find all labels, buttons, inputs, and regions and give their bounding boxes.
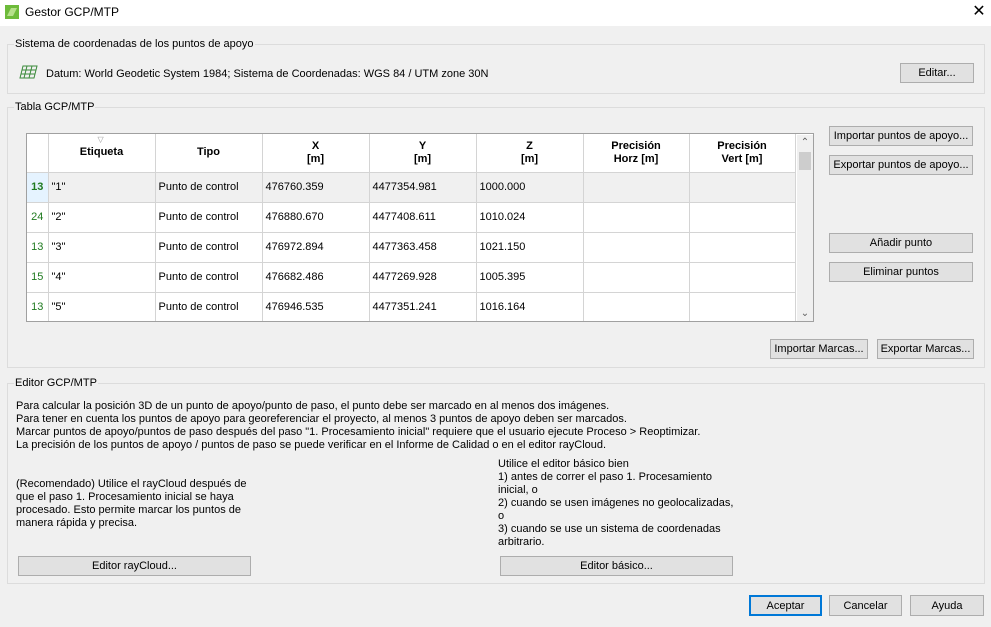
table-row[interactable]: 13 "5" Punto de control 476946.535 44773… [27,292,796,321]
vertical-accuracy-cell[interactable] [689,172,796,203]
y-cell[interactable]: 4477354.981 [369,172,477,203]
close-button[interactable]: ✕ [969,3,989,21]
vertical-accuracy-cell[interactable] [689,292,796,321]
remove-points-button[interactable]: Eliminar puntos [829,262,973,282]
table-row[interactable]: 13 "3" Punto de control 476972.894 44773… [27,232,796,263]
x-cell[interactable]: 476972.894 [262,232,370,263]
column-header-x[interactable]: X [m] [262,134,370,173]
vertical-accuracy-cell[interactable] [689,202,796,233]
x-cell[interactable]: 476880.670 [262,202,370,233]
vertical-accuracy-cell[interactable] [689,232,796,263]
app-icon [5,5,19,19]
horizontal-accuracy-cell[interactable] [583,292,690,321]
gcp-editor-group-label: Editor GCP/MTP [14,377,98,389]
label-cell[interactable]: "4" [48,262,156,293]
grid-icon [19,65,38,79]
gcp-table-group-label: Tabla GCP/MTP [14,101,96,113]
accept-button[interactable]: Aceptar [749,595,822,616]
image-count-cell: 24 [27,202,49,233]
label-cell[interactable]: "5" [48,292,156,321]
z-cell[interactable]: 1016.164 [476,292,584,321]
scrollbar-thumb[interactable] [799,152,811,170]
basic-editor-description: Utilice el editor básico bien 1) antes d… [498,458,734,548]
column-header-y[interactable]: Y [m] [369,134,477,173]
type-cell[interactable]: Punto de control [155,202,263,233]
y-cell[interactable]: 4477408.611 [369,202,477,233]
column-header-horizontal-accuracy[interactable]: Precisión Horz [m] [583,134,690,173]
raycloud-description: (Recomendado) Utilice el rayCloud despué… [16,478,247,529]
type-cell[interactable]: Punto de control [155,232,263,263]
x-cell[interactable]: 476682.486 [262,262,370,293]
type-cell[interactable]: Punto de control [155,172,263,203]
image-count-cell: 13 [27,172,49,203]
gcp-table[interactable]: ▽ Etiqueta Tipo X [m] Y [m] Z [m] Precisión H… [26,133,814,322]
table-row[interactable]: 24 "2" Punto de control 476880.670 44774… [27,202,796,233]
image-count-cell: 13 [27,292,49,321]
basic-editor-button[interactable]: Editor básico... [500,556,733,576]
column-header-label[interactable]: ▽ Etiqueta [48,134,156,173]
edit-coordinates-button[interactable]: Editar... [900,63,974,83]
import-marks-button[interactable]: Importar Marcas... [770,339,868,359]
z-cell[interactable]: 1010.024 [476,202,584,233]
type-cell[interactable]: Punto de control [155,292,263,321]
table-header-row: ▽ Etiqueta Tipo X [m] Y [m] Z [m] Precisión H… [27,134,796,173]
column-header-z[interactable]: Z [m] [476,134,584,173]
cancel-button[interactable]: Cancelar [829,595,902,616]
editor-instructions: Para calcular la posición 3D de un punto… [16,400,701,451]
title-bar: Gestor GCP/MTP ✕ [0,0,991,26]
row-count-header [27,134,49,173]
x-cell[interactable]: 476946.535 [262,292,370,321]
window-title: Gestor GCP/MTP [25,5,120,19]
x-cell[interactable]: 476760.359 [262,172,370,203]
y-cell[interactable]: 4477351.241 [369,292,477,321]
image-count-cell: 15 [27,262,49,293]
import-gcp-button[interactable]: Importar puntos de apoyo... [829,126,973,146]
coordinate-system-group-label: Sistema de coordenadas de los puntos de … [14,38,255,50]
scroll-down-icon[interactable]: ⌄ [797,306,813,321]
z-cell[interactable]: 1000.000 [476,172,584,203]
y-cell[interactable]: 4477363.458 [369,232,477,263]
z-cell[interactable]: 1005.395 [476,262,584,293]
export-marks-button[interactable]: Exportar Marcas... [877,339,974,359]
datum-label: Datum: World Geodetic System 1984; Siste… [46,68,489,80]
type-cell[interactable]: Punto de control [155,262,263,293]
sort-caret-icon: ▽ [97,135,104,144]
horizontal-accuracy-cell[interactable] [583,262,690,293]
column-header-vertical-accuracy[interactable]: Precisión Vert [m] [689,134,796,173]
horizontal-accuracy-cell[interactable] [583,232,690,263]
horizontal-accuracy-cell[interactable] [583,202,690,233]
z-cell[interactable]: 1021.150 [476,232,584,263]
image-count-cell: 13 [27,232,49,263]
add-point-button[interactable]: Añadir punto [829,233,973,253]
label-cell[interactable]: "2" [48,202,156,233]
vertical-accuracy-cell[interactable] [689,262,796,293]
horizontal-accuracy-cell[interactable] [583,172,690,203]
label-cell[interactable]: "3" [48,232,156,263]
label-cell[interactable]: "1" [48,172,156,203]
scroll-up-icon[interactable]: ⌃ [797,135,813,150]
table-row[interactable]: 13 "1" Punto de control 476760.359 44773… [27,172,796,203]
column-header-type[interactable]: Tipo [155,134,263,173]
export-gcp-button[interactable]: Exportar puntos de apoyo... [829,155,973,175]
table-row[interactable]: 15 "4" Punto de control 476682.486 44772… [27,262,796,293]
help-button[interactable]: Ayuda [910,595,984,616]
raycloud-editor-button[interactable]: Editor rayCloud... [18,556,251,576]
y-cell[interactable]: 4477269.928 [369,262,477,293]
gcp-table-grid: ▽ Etiqueta Tipo X [m] Y [m] Z [m] Precisión H… [27,134,796,321]
table-vertical-scrollbar[interactable]: ⌃ ⌄ [797,135,813,321]
